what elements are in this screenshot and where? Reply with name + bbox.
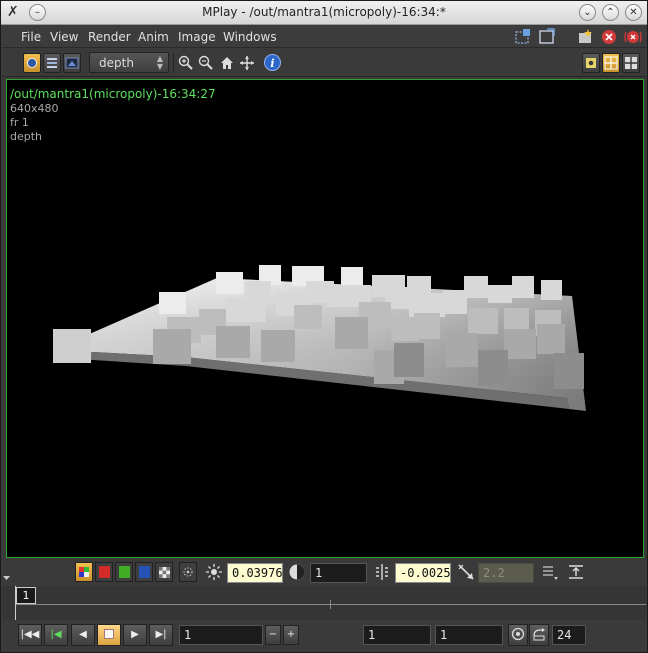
menu-anim[interactable]: Anim xyxy=(138,30,169,44)
frame-timeline[interactable]: 1 xyxy=(2,586,646,620)
compare-mode-button[interactable] xyxy=(582,53,600,73)
alpha-channel-button[interactable] xyxy=(155,562,173,582)
close-icon: ✕ xyxy=(629,7,638,18)
minus-icon: − xyxy=(268,629,278,640)
current-frame-marker[interactable]: 1 xyxy=(16,587,36,604)
quad-view-icon xyxy=(604,56,618,70)
rgb-icon xyxy=(79,567,89,577)
compare-icon xyxy=(586,58,596,68)
chevron-down-icon: ⌄ xyxy=(583,7,592,18)
green-channel-button[interactable] xyxy=(115,562,133,582)
stop-all-icon[interactable] xyxy=(624,28,642,46)
playhead-line xyxy=(15,586,16,620)
blue-channel-button[interactable] xyxy=(135,562,153,582)
skip-end-icon: ▶| xyxy=(155,629,167,640)
red-channel-button[interactable] xyxy=(95,562,113,582)
chevron-up-icon: ⌃ xyxy=(606,7,615,18)
tear-off-icon[interactable] xyxy=(514,28,532,46)
step-back-button[interactable]: |◀ xyxy=(44,624,68,646)
go-to-start-button[interactable]: |◀◀ xyxy=(18,624,42,646)
go-to-end-button[interactable]: ▶| xyxy=(149,624,173,646)
stop-render-icon[interactable] xyxy=(600,28,618,46)
channel-list-icon xyxy=(47,58,57,68)
step-back-icon: |◀ xyxy=(50,629,62,640)
stop-icon xyxy=(104,629,114,639)
gamma-field[interactable]: 0.03976 xyxy=(227,563,283,583)
realtime-toggle-button[interactable] xyxy=(508,624,528,646)
frame-icon[interactable] xyxy=(238,54,256,72)
dither-icon xyxy=(183,567,193,577)
pane-layout-icon[interactable] xyxy=(538,28,556,46)
menu-image[interactable]: Image xyxy=(178,30,216,44)
toolbar-divider xyxy=(173,53,174,73)
frame-field[interactable]: 1 xyxy=(179,625,263,645)
frame-increment-button[interactable]: + xyxy=(283,625,299,645)
zoom-out-icon[interactable] xyxy=(197,54,215,72)
offset-field[interactable]: -0.0025 xyxy=(395,563,451,583)
collapse-triangle-icon[interactable] xyxy=(2,563,12,581)
frame-decrement-button[interactable]: − xyxy=(265,625,281,645)
menu-file[interactable]: File xyxy=(21,30,41,44)
mplay-window: ✗ – MPlay - /out/mantra1(micropoly)-16:3… xyxy=(0,0,648,653)
menu-view[interactable]: View xyxy=(50,30,78,44)
split-view-icon xyxy=(625,57,637,69)
depth-render-image xyxy=(53,265,586,411)
gamma-icon xyxy=(206,564,222,580)
menu-windows[interactable]: Windows xyxy=(223,30,277,44)
dither-button[interactable] xyxy=(179,562,197,582)
display-options-button[interactable] xyxy=(63,53,81,73)
play-forward-button[interactable]: ▶ xyxy=(123,624,147,646)
render-icon[interactable] xyxy=(576,28,594,46)
window-title: MPlay - /out/mantra1(micropoly)-16:34:* xyxy=(202,5,446,19)
split-view-button[interactable] xyxy=(622,53,640,73)
end-frame-field[interactable]: 1 xyxy=(435,625,503,645)
loop-mode-button[interactable] xyxy=(529,624,549,646)
svg-text:i: i xyxy=(270,57,274,70)
rgb-channel-button[interactable] xyxy=(75,562,93,582)
red-swatch-icon xyxy=(99,566,110,578)
quad-view-button[interactable] xyxy=(602,53,620,73)
plane-select-value: depth xyxy=(99,56,134,70)
realtime-icon xyxy=(511,627,525,641)
updown-arrow-icon: ▲ ▼ xyxy=(156,54,163,71)
maximize-button[interactable]: ⌃ xyxy=(602,4,619,21)
play-reverse-icon: ◀ xyxy=(79,629,87,640)
info-icon[interactable]: i xyxy=(263,53,282,72)
green-swatch-icon xyxy=(119,566,130,578)
lut-gamma-field: 2.2 xyxy=(478,563,534,583)
stop-button[interactable] xyxy=(97,624,121,646)
plus-icon: + xyxy=(286,629,296,640)
menu-render[interactable]: Render xyxy=(88,30,131,44)
contrast-field[interactable]: 1 xyxy=(310,563,367,583)
channel-list-button[interactable] xyxy=(43,53,61,73)
zoom-in-icon[interactable] xyxy=(177,54,195,72)
blue-swatch-icon xyxy=(139,566,150,578)
image-viewport[interactable]: /out/mantra1(micropoly)-16:34:27 640x480… xyxy=(6,79,644,558)
color-mode-icon xyxy=(27,58,37,68)
play-forward-icon: ▶ xyxy=(131,629,139,640)
skip-start-icon: |◀◀ xyxy=(20,629,40,640)
offset-icon xyxy=(376,564,388,580)
play-reverse-button[interactable]: ◀ xyxy=(71,624,95,646)
title-bar: ✗ – MPlay - /out/mantra1(micropoly)-16:3… xyxy=(1,1,647,25)
playback-bar: |◀◀ |◀ ◀ ▶ ▶| 1 − + 1 1 24 xyxy=(2,621,646,649)
contrast-icon xyxy=(289,564,305,580)
loop-icon xyxy=(533,628,545,641)
start-frame-field[interactable]: 1 xyxy=(363,625,431,645)
close-button[interactable]: ✕ xyxy=(625,4,642,21)
adapt-levels-icon[interactable] xyxy=(566,562,586,582)
timeline-track xyxy=(16,604,646,605)
color-mode-button[interactable] xyxy=(23,53,41,73)
home-icon[interactable] xyxy=(218,54,236,72)
fps-field[interactable]: 24 xyxy=(552,625,586,645)
lut-menu-icon[interactable] xyxy=(541,562,559,582)
lut-curve-icon[interactable] xyxy=(456,562,476,582)
display-options-icon xyxy=(65,57,79,69)
viewer-toolbar: depth ▲ ▼ i xyxy=(2,49,646,77)
minimize-button[interactable]: ⌄ xyxy=(579,4,596,21)
plane-select[interactable]: depth ▲ ▼ xyxy=(89,52,169,73)
alpha-checker-icon xyxy=(159,567,170,578)
timeline-tick xyxy=(330,600,331,609)
menu-bar: File View Render Anim Image Windows xyxy=(2,26,646,48)
